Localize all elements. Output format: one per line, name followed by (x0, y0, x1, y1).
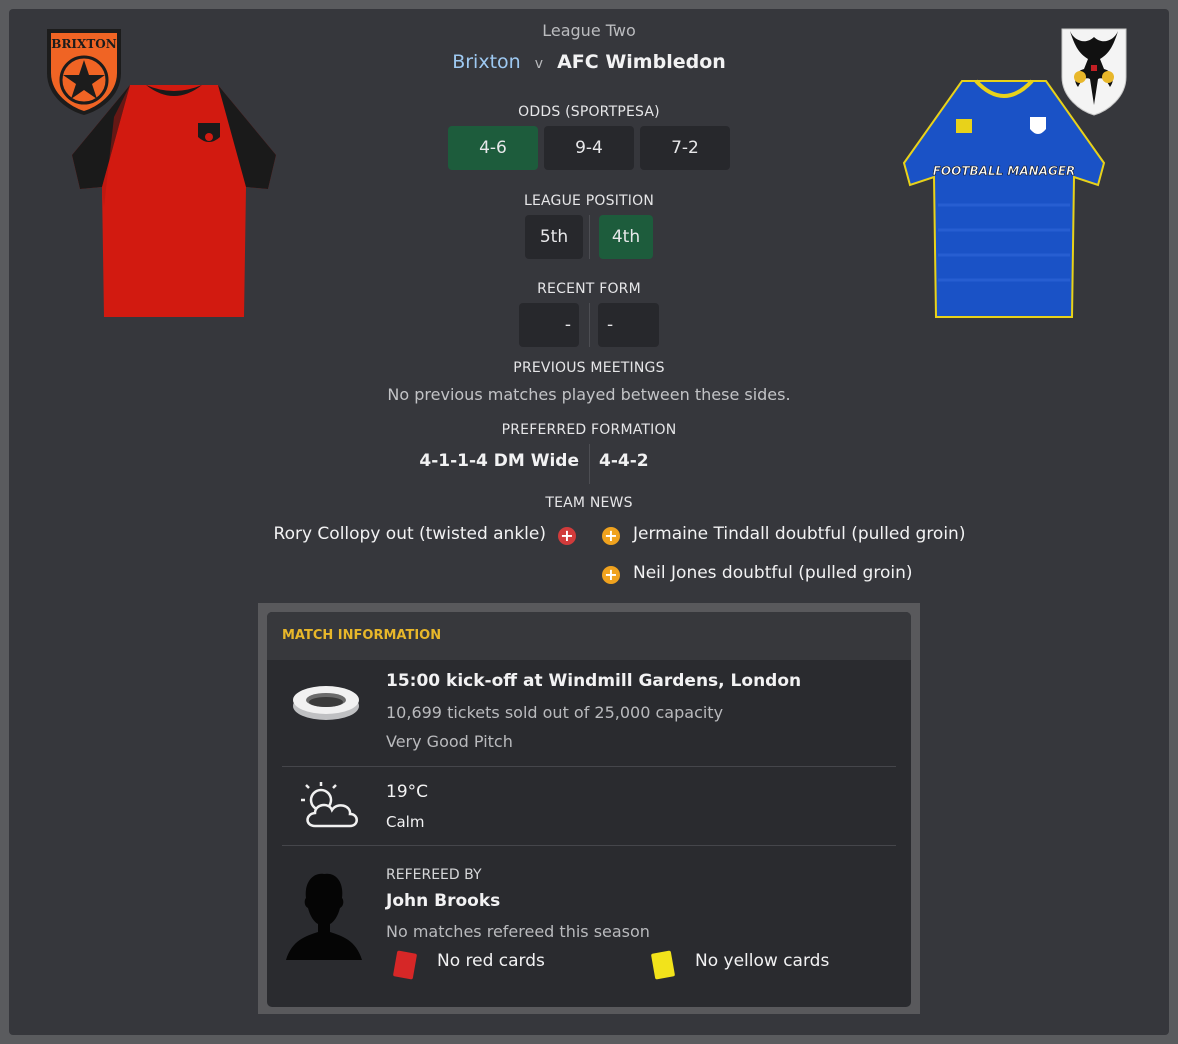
vs-label: v (534, 56, 544, 72)
odds-label: ODDS (SPORTPESA) (518, 104, 660, 120)
yellow-card-icon (650, 950, 676, 980)
away-kit-sponsor-text: FOOTBALL MANAGER (933, 164, 1076, 178)
draw-odds-button[interactable]: 9-4 (544, 126, 634, 170)
recent-form-label: RECENT FORM (537, 281, 641, 297)
home-recent-form: - (519, 303, 579, 347)
wind: Calm (386, 813, 425, 831)
yellow-cards-text: No yellow cards (695, 951, 830, 971)
home-news-item[interactable]: Rory Collopy out (twisted ankle) (240, 524, 546, 544)
away-league-position: 4th (599, 215, 653, 259)
injury-out-icon: + (558, 527, 576, 545)
league-position-label: LEAGUE POSITION (523, 193, 655, 209)
refereed-by-label: REFEREED BY (386, 867, 482, 883)
preferred-formation-label: PREFERRED FORMATION (501, 422, 677, 438)
referee-name[interactable]: John Brooks (386, 891, 500, 911)
away-news-item[interactable]: Jermaine Tindall doubtful (pulled groin) (633, 524, 973, 544)
fixture-title: Brixton v AFC Wimbledon (389, 51, 789, 79)
injury-doubtful-icon: + (602, 527, 620, 545)
away-news-item[interactable]: Neil Jones doubtful (pulled groin) (633, 563, 973, 583)
away-kit-icon: FOOTBALL MANAGER (902, 79, 1106, 318)
away-odds-button[interactable]: 7-2 (640, 126, 730, 170)
previous-meetings-label: PREVIOUS MEETINGS (513, 360, 665, 376)
partly-cloudy-icon (301, 782, 358, 828)
match-info-header: MATCH INFORMATION (267, 612, 911, 660)
home-formation: 4-1-1-4 DM Wide (419, 451, 579, 471)
team-news-label: TEAM NEWS (545, 495, 633, 511)
away-form-value: - (607, 315, 614, 335)
pitch-condition: Very Good Pitch (386, 732, 513, 751)
divider (282, 766, 896, 767)
match-info-title: MATCH INFORMATION (282, 628, 442, 643)
competition-name: League Two (542, 21, 636, 40)
previous-meetings-text: No previous matches played between these… (387, 385, 791, 404)
referee-matches-note: No matches refereed this season (386, 922, 650, 941)
away-team-link[interactable]: AFC Wimbledon (557, 51, 726, 73)
home-team-link[interactable]: Brixton (452, 51, 521, 73)
red-card-icon (392, 950, 418, 980)
badge-text: BRIXTON (51, 37, 116, 51)
venue-headline[interactable]: 15:00 kick-off at Windmill Gardens, Lond… (386, 671, 801, 691)
match-info-card: MATCH INFORMATION 15:00 kick-off at Wind… (267, 612, 911, 1007)
home-odds-button[interactable]: 4-6 (448, 126, 538, 170)
red-cards-text: No red cards (437, 951, 545, 971)
divider (589, 215, 590, 259)
home-league-position: 5th (525, 215, 583, 259)
away-formation: 4-4-2 (599, 451, 649, 471)
injury-doubtful-icon: + (602, 566, 620, 584)
home-form-value: - (564, 315, 571, 335)
divider (282, 845, 896, 846)
divider (589, 303, 590, 347)
divider (589, 444, 590, 484)
temperature: 19°C (386, 782, 429, 802)
referee-silhouette-icon (286, 873, 362, 960)
tickets-text: 10,699 tickets sold out of 25,000 capaci… (386, 703, 724, 722)
away-recent-form: - (598, 303, 659, 347)
stadium-icon (293, 686, 359, 720)
home-kit-icon (72, 85, 276, 317)
